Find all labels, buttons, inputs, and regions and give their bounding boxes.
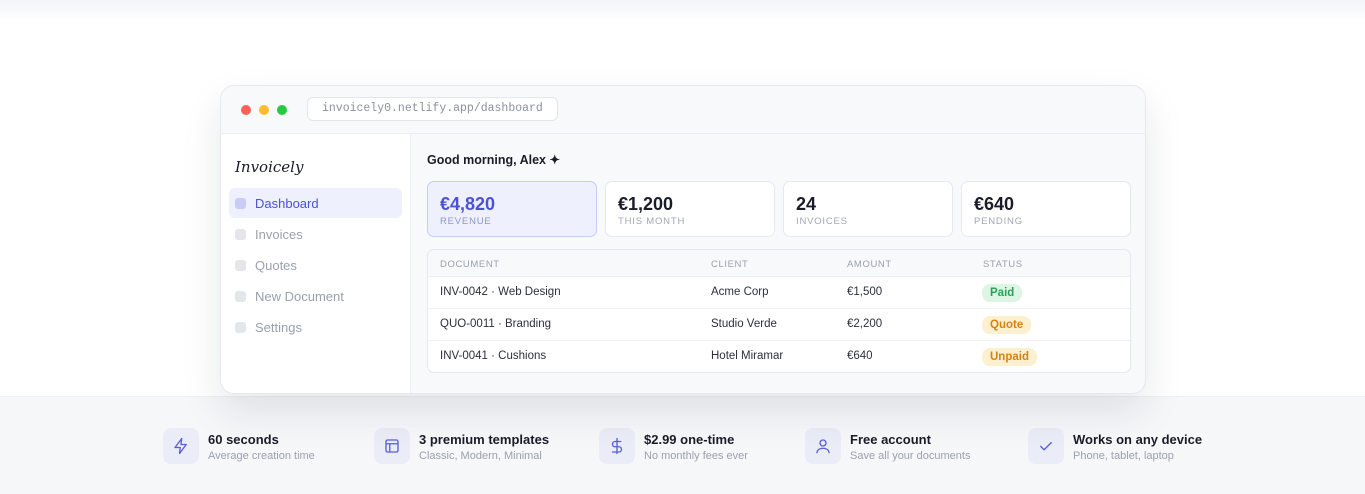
maximize-window-dot[interactable] [277, 105, 287, 115]
sidebar-item-settings[interactable]: Settings [229, 312, 402, 342]
client-cell: Hotel Miramar [711, 350, 784, 362]
table-header: DOCUMENT CLIENT AMOUNT STATUS [428, 250, 1130, 277]
url-bar[interactable]: invoicely0.netlify.app/dashboard [307, 97, 558, 121]
user-icon [805, 428, 841, 464]
sidebar-nav: Dashboard Invoices Quotes New Document S… [229, 188, 402, 343]
feature-title: 3 premium templates [419, 432, 550, 447]
column-header-status[interactable]: STATUS [983, 259, 1023, 270]
column-header-amount[interactable]: AMOUNT [847, 259, 892, 270]
table-row[interactable]: INV-0041 · Cushions Hotel Miramar €640 U… [428, 341, 1130, 372]
greeting-text: Good morning, Alex ✦ [427, 153, 560, 167]
stat-label: REVENUE [440, 216, 492, 227]
client-cell: Acme Corp [711, 286, 769, 298]
dashboard-main: Good morning, Alex ✦ €4,820 REVENUE €1,2… [411, 134, 1145, 393]
sidebar-item-quotes[interactable]: Quotes [229, 250, 402, 280]
document-cell: INV-0041 · Cushions [440, 350, 547, 362]
feature-title: 60 seconds [208, 432, 279, 447]
feature-subtitle: Classic, Modern, Minimal [419, 450, 542, 462]
sidebar-item-label: Settings [255, 319, 302, 335]
sidebar-item-label: Quotes [255, 257, 297, 273]
close-window-dot[interactable] [241, 105, 251, 115]
feature-title: $2.99 one-time [644, 432, 735, 447]
minimize-window-dot[interactable] [259, 105, 269, 115]
features-strip: 60 seconds Average creation time 3 premi… [0, 396, 1365, 494]
feature-subtitle: Phone, tablet, laptop [1073, 450, 1174, 462]
status-badge: Paid [982, 284, 1023, 302]
stat-label: THIS MONTH [618, 216, 686, 227]
browser-titlebar: invoicely0.netlify.app/dashboard [221, 86, 1145, 134]
stat-value: €1,200 [618, 194, 674, 214]
stat-card-pending[interactable]: €640 PENDING [961, 181, 1131, 237]
amount-cell: €2,200 [847, 318, 883, 330]
app-logo: Invoicely [235, 158, 304, 176]
table-row[interactable]: INV-0042 · Web Design Acme Corp €1,500 P… [428, 277, 1130, 309]
dashboard-icon [235, 197, 246, 209]
stat-card-invoices[interactable]: 24 INVOICES [783, 181, 953, 237]
top-fade [0, 0, 1365, 20]
document-cell: QUO-0011 · Branding [440, 318, 552, 330]
feature-title: Free account [850, 432, 931, 447]
check-icon [1028, 428, 1064, 464]
stat-card-this-month[interactable]: €1,200 THIS MONTH [605, 181, 775, 237]
feature-title: Works on any device [1073, 432, 1203, 447]
stat-value: €4,820 [440, 194, 496, 214]
sidebar-item-label: Invoices [255, 226, 303, 242]
feature-subtitle: No monthly fees ever [644, 450, 748, 462]
sidebar-item-label: New Document [255, 288, 344, 304]
feature-subtitle: Save all your documents [850, 450, 971, 462]
table-row[interactable]: QUO-0011 · Branding Studio Verde €2,200 … [428, 309, 1130, 341]
stat-label: PENDING [974, 216, 1023, 227]
browser-window: invoicely0.netlify.app/dashboard Invoice… [220, 85, 1146, 394]
dollar-icon [599, 428, 635, 464]
stat-card-revenue[interactable]: €4,820 REVENUE [427, 181, 597, 237]
status-badge: Unpaid [982, 348, 1037, 366]
document-cell: INV-0042 · Web Design [440, 286, 561, 298]
stat-label: INVOICES [796, 216, 848, 227]
feature-subtitle: Average creation time [208, 450, 315, 462]
column-header-document[interactable]: DOCUMENT [440, 259, 500, 270]
stat-value: €640 [974, 194, 1015, 214]
sidebar-item-label: Dashboard [255, 195, 319, 211]
sidebar: Invoicely Dashboard Invoices Quotes New … [221, 134, 411, 393]
stat-value: 24 [796, 194, 817, 214]
status-badge: Quote [982, 316, 1032, 334]
column-header-client[interactable]: CLIENT [711, 259, 748, 270]
template-icon [374, 428, 410, 464]
quotes-icon [235, 259, 246, 271]
settings-icon [235, 321, 246, 333]
invoices-icon [235, 228, 246, 240]
client-cell: Studio Verde [711, 318, 777, 330]
sidebar-item-dashboard[interactable]: Dashboard [229, 188, 402, 218]
new-document-icon [235, 290, 246, 302]
lightning-icon [163, 428, 199, 464]
documents-table: DOCUMENT CLIENT AMOUNT STATUS INV-0042 ·… [427, 249, 1131, 373]
amount-cell: €640 [847, 350, 873, 362]
sidebar-item-invoices[interactable]: Invoices [229, 219, 402, 249]
amount-cell: €1,500 [847, 286, 883, 298]
sidebar-item-new-document[interactable]: New Document [229, 281, 402, 311]
